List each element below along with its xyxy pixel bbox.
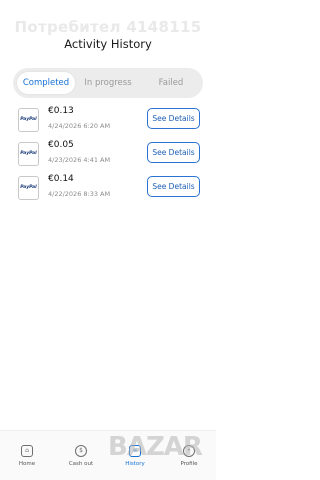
transaction-date: 4/22/2026 8:33 AM xyxy=(48,190,111,198)
user-watermark: Потребител 4148115 xyxy=(14,18,202,36)
transaction-amount: €0.14 xyxy=(48,174,74,184)
activity-history-screen: Потребител 4148115 Activity History Comp… xyxy=(0,0,216,480)
see-details-button[interactable]: See Details xyxy=(147,108,200,129)
paypal-logo-icon: PayPal xyxy=(18,142,39,166)
transaction-row: PayPal €0.05 4/23/2026 4:41 AM See Detai… xyxy=(18,140,202,166)
see-details-button[interactable]: See Details xyxy=(147,142,200,163)
nav-home[interactable]: ⌂ Home xyxy=(7,431,47,480)
paypal-logo-icon: PayPal xyxy=(18,108,39,132)
tab-failed[interactable]: Failed xyxy=(143,72,199,94)
transaction-row: PayPal €0.13 4/24/2026 6:20 AM See Detai… xyxy=(18,106,202,132)
nav-label: Home xyxy=(18,461,36,467)
see-details-button[interactable]: See Details xyxy=(147,176,200,197)
home-icon: ⌂ xyxy=(21,445,33,457)
paypal-logo-icon: PayPal xyxy=(18,176,39,200)
nav-label: Cash out xyxy=(68,461,94,467)
transaction-date: 4/23/2026 4:41 AM xyxy=(48,156,111,164)
brand-watermark-logo: BAZAR xyxy=(108,432,203,462)
tab-in-progress[interactable]: In progress xyxy=(77,72,139,94)
transaction-row: PayPal €0.14 4/22/2026 8:33 AM See Detai… xyxy=(18,174,202,200)
transaction-date: 4/24/2026 6:20 AM xyxy=(48,122,111,130)
status-tabs: Completed In progress Failed xyxy=(13,68,203,98)
tab-completed[interactable]: Completed xyxy=(17,72,75,94)
transaction-amount: €0.13 xyxy=(48,106,74,116)
transaction-amount: €0.05 xyxy=(48,140,74,150)
cash-out-icon: $ xyxy=(75,445,87,457)
page-title: Activity History xyxy=(64,37,152,51)
nav-cash-out[interactable]: $ Cash out xyxy=(61,431,101,480)
